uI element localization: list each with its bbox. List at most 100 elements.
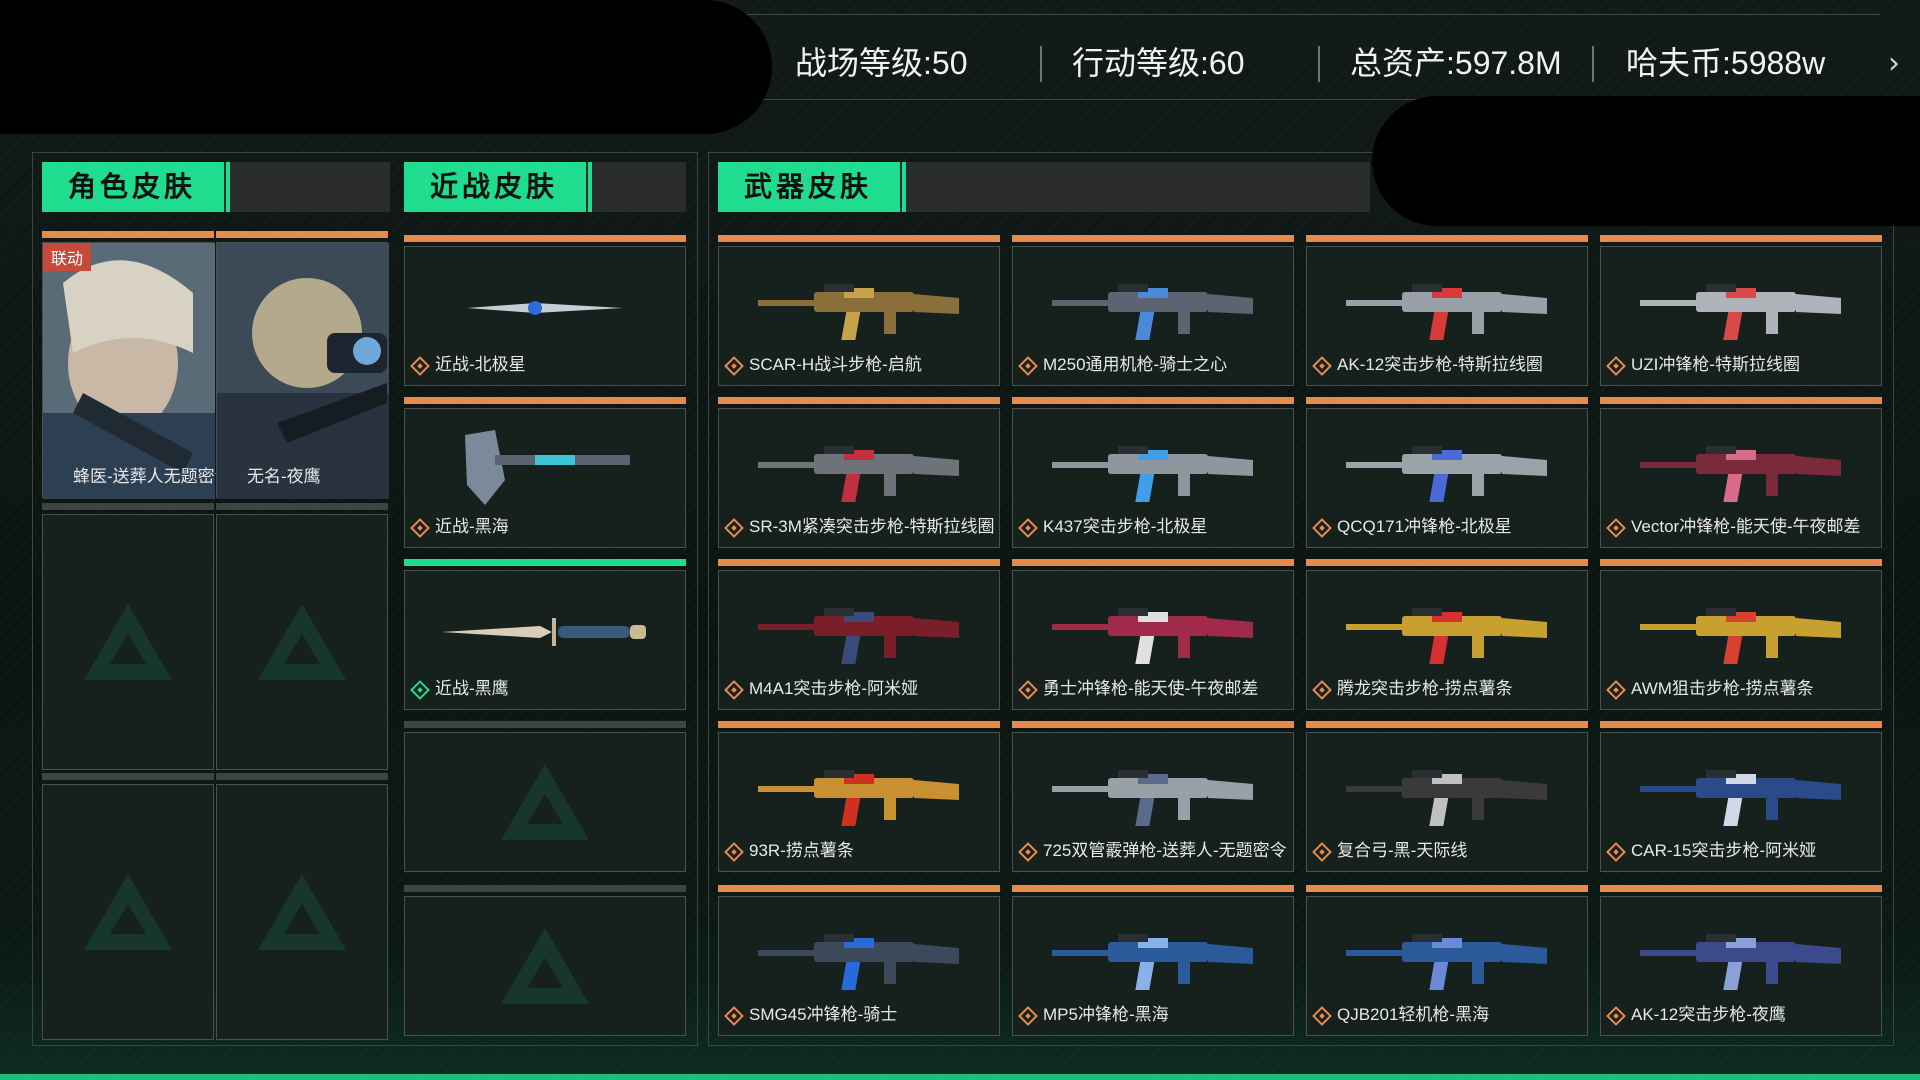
empty-slot[interactable] (404, 721, 686, 872)
stat-divider (1592, 46, 1594, 82)
tab-character-skins[interactable]: 角色皮肤 (42, 162, 230, 212)
battlefield-level: 战场等级:50 (795, 45, 968, 81)
weapon-skin-card[interactable]: Vector冲锋枪-能天使-午夜邮差 (1600, 397, 1882, 548)
empty-slot[interactable] (42, 773, 214, 1040)
rarity-icon (1606, 842, 1626, 862)
weapon-icon (1346, 769, 1547, 826)
skin-name: M250通用机枪-骑士之心 (1043, 355, 1228, 374)
weapon-section-header: 武器皮肤 (718, 162, 1370, 212)
weapon-skin-card[interactable]: M250通用机枪-骑士之心 (1012, 235, 1294, 386)
skin-name: K437突击步枪-北极星 (1043, 517, 1208, 536)
weapon-icon (1052, 769, 1253, 826)
weapon-icon (1052, 607, 1253, 664)
weapon-skin-card[interactable]: M4A1突击步枪-阿米娅 (718, 559, 1000, 710)
rarity-icon (410, 680, 430, 700)
weapon-icon (1640, 445, 1841, 502)
rarity-icon (1312, 1006, 1332, 1026)
empty-slot[interactable] (216, 503, 388, 770)
skin-name: 蜂医-送葬人无题密令 (73, 467, 232, 486)
skin-name: SR-3M紧凑突击步枪-特斯拉线圈 (749, 517, 995, 536)
placeholder-logo-icon (501, 764, 589, 840)
tab-melee-skins[interactable]: 近战皮肤 (404, 162, 592, 212)
rarity-icon (1018, 680, 1038, 700)
weapon-skin-card[interactable]: 复合弓-黑-天际线 (1306, 721, 1588, 872)
weapon-skin-card[interactable]: SMG45冲锋枪-骑士 (718, 885, 1000, 1036)
weapon-skin-card[interactable]: QCQ171冲锋枪-北极星 (1306, 397, 1588, 548)
weapon-skin-card[interactable]: QJB201轻机枪-黑海 (1306, 885, 1588, 1036)
melee-skin-card[interactable]: 近战-黑鹰 (404, 559, 686, 710)
rarity-icon (1606, 356, 1626, 376)
operation-level: 行动等级:60 (1072, 45, 1245, 81)
dagger-icon (442, 617, 646, 646)
rarity-icon (1606, 1006, 1626, 1026)
weapon-icon (1346, 607, 1547, 664)
skin-name: M4A1突击步枪-阿米娅 (749, 679, 919, 698)
rarity-icon (1018, 356, 1038, 376)
empty-slot[interactable] (216, 773, 388, 1040)
rarity-icon (1312, 842, 1332, 862)
character-section-header: 角色皮肤 (42, 162, 390, 212)
weapon-skin-card[interactable]: SR-3M紧凑突击步枪-特斯拉线圈 (718, 397, 1000, 548)
melee-section-header: 近战皮肤 (404, 162, 686, 212)
rarity-icon (724, 1006, 744, 1026)
skin-name: 勇士冲锋枪-能天使-午夜邮差 (1043, 679, 1259, 698)
weapon-icon (1640, 283, 1841, 340)
melee-skin-card[interactable]: 近战-北极星 (404, 235, 686, 386)
weapon-icon (1052, 933, 1253, 990)
melee-skin-card[interactable]: 近战-黑海 (404, 397, 686, 548)
rarity-icon (410, 518, 430, 538)
character-skin-card[interactable]: 联动 蜂医-送葬人无题密令 (42, 231, 232, 499)
character-portrait (43, 243, 215, 499)
skin-name: 近战-黑鹰 (435, 679, 509, 698)
rarity-icon (1606, 518, 1626, 538)
weapon-skin-card[interactable]: 93R-捞点薯条 (718, 721, 1000, 872)
weapon-skin-card[interactable]: MP5冲锋枪-黑海 (1012, 885, 1294, 1036)
skin-name: 复合弓-黑-天际线 (1337, 841, 1468, 860)
skin-name: AK-12突击步枪-夜鹰 (1631, 1005, 1786, 1024)
skin-name: AWM狙击步枪-捞点薯条 (1631, 679, 1814, 698)
rarity-icon (410, 356, 430, 376)
chevron-right-icon[interactable]: › (1888, 46, 1900, 81)
weapon-icon (1640, 607, 1841, 664)
empty-slot[interactable] (404, 885, 686, 1036)
weapon-icon (758, 283, 959, 340)
skin-name: 725双管霰弹枪-送葬人-无题密令 (1043, 841, 1287, 860)
bottom-accent-line (0, 1074, 1920, 1080)
skin-name: 93R-捞点薯条 (749, 841, 854, 860)
skin-name: SMG45冲锋枪-骑士 (749, 1005, 898, 1024)
rarity-icon (1312, 680, 1332, 700)
rarity-icon (1606, 680, 1626, 700)
weapon-skin-card[interactable]: AK-12突击步枪-夜鹰 (1600, 885, 1882, 1036)
skin-name: AK-12突击步枪-特斯拉线圈 (1337, 355, 1543, 374)
skin-name: Vector冲锋枪-能天使-午夜邮差 (1631, 517, 1861, 536)
weapon-icon (1640, 933, 1841, 990)
placeholder-logo-icon (84, 874, 172, 950)
skin-name: UZI冲锋枪-特斯拉线圈 (1631, 355, 1801, 374)
weapon-icon (758, 607, 959, 664)
weapon-skin-card[interactable]: 腾龙突击步枪-捞点薯条 (1306, 559, 1588, 710)
weapon-skin-card[interactable]: UZI冲锋枪-特斯拉线圈 (1600, 235, 1882, 386)
skin-name: 无名-夜鹰 (247, 467, 321, 486)
rarity-icon (1312, 356, 1332, 376)
tab-weapon-skins[interactable]: 武器皮肤 (718, 162, 906, 212)
weapon-skin-card[interactable]: 725双管霰弹枪-送葬人-无题密令 (1012, 721, 1294, 872)
empty-slot[interactable] (42, 503, 214, 770)
redacted-area-top-right (1372, 96, 1920, 226)
skin-name: 近战-北极星 (435, 355, 526, 374)
weapon-skin-card[interactable]: CAR-15突击步枪-阿米娅 (1600, 721, 1882, 872)
character-skin-card[interactable]: 无名-夜鹰 (216, 231, 389, 499)
skin-name: SCAR-H战斗步枪-启航 (749, 355, 922, 374)
rarity-icon (724, 518, 744, 538)
weapon-skin-card[interactable]: K437突击步枪-北极星 (1012, 397, 1294, 548)
character-portrait (217, 243, 389, 499)
weapon-skin-card[interactable]: SCAR-H战斗步枪-启航 (718, 235, 1000, 386)
skin-name: MP5冲锋枪-黑海 (1043, 1005, 1169, 1024)
weapon-skin-card[interactable]: AWM狙击步枪-捞点薯条 (1600, 559, 1882, 710)
rarity-icon (724, 680, 744, 700)
stat-divider (1318, 46, 1320, 82)
weapon-icon (1346, 445, 1547, 502)
weapon-skin-card[interactable]: AK-12突击步枪-特斯拉线圈 (1306, 235, 1588, 386)
skin-name: 近战-黑海 (435, 517, 509, 536)
stat-divider (1040, 46, 1042, 82)
weapon-skin-card[interactable]: 勇士冲锋枪-能天使-午夜邮差 (1012, 559, 1294, 710)
